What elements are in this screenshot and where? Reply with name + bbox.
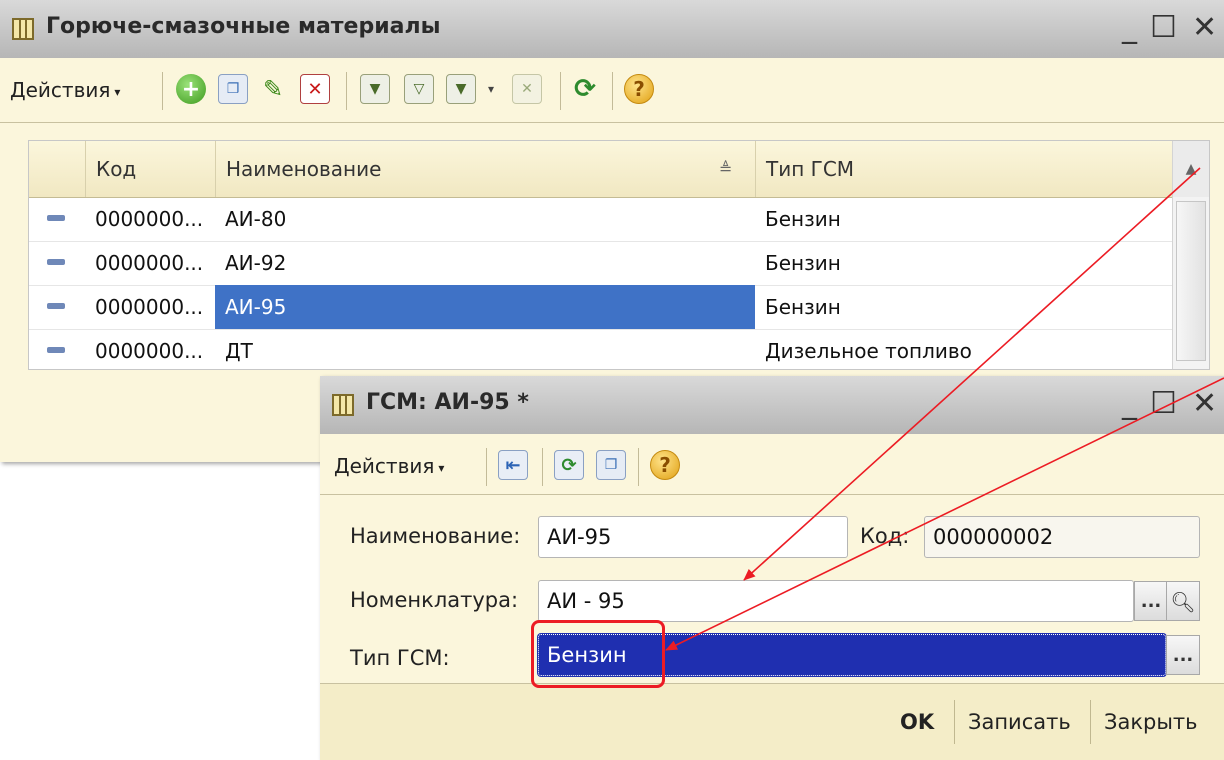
list-window-titlebar[interactable]: Горюче-смазочные материалы _ ☐ ✕: [0, 0, 1224, 59]
close-button[interactable]: ✕: [1192, 10, 1217, 46]
column-header-marker: [29, 141, 85, 197]
minimize-button[interactable]: _: [1122, 10, 1137, 46]
fuel-edit-dialog: ГСМ: АИ-95 * _ ☐ ✕ Действия ▾ ⇤ ⟳ ❐ ? Наи…: [320, 376, 1224, 760]
copy-icon[interactable]: ❐: [218, 74, 248, 104]
actions-menu[interactable]: Действия ▾: [334, 454, 444, 478]
chevron-down-icon[interactable]: ▾: [476, 74, 506, 104]
add-icon[interactable]: +: [176, 74, 206, 104]
actions-label: Действия: [334, 454, 435, 478]
help-icon[interactable]: ?: [650, 450, 680, 480]
dialog-title: ГСМ: АИ-95 *: [366, 390, 529, 415]
filter-settings-icon[interactable]: ▼: [360, 74, 390, 104]
search-icon[interactable]: 🔍︎: [1166, 581, 1200, 621]
column-header-fuel-type[interactable]: Тип ГСМ: [755, 141, 1172, 197]
cell-name: АИ-80: [225, 207, 287, 231]
actions-label: Действия: [10, 78, 111, 102]
cell-name: АИ-92: [225, 251, 287, 275]
code-input[interactable]: 000000002: [924, 516, 1200, 558]
cell-fuel-type: Бензин: [765, 251, 841, 275]
code-label: Код:: [860, 524, 910, 548]
copy-icon[interactable]: ❐: [596, 450, 626, 480]
sort-ascending-icon: ≜: [719, 159, 733, 178]
chevron-down-icon: ▾: [438, 460, 445, 475]
reread-icon[interactable]: ⟳: [554, 450, 584, 480]
scroll-up-icon[interactable]: ▲: [1173, 141, 1209, 197]
close-button[interactable]: ✕: [1192, 386, 1217, 422]
refresh-icon[interactable]: ⟳: [570, 74, 600, 104]
nomenclature-input[interactable]: АИ - 95: [538, 580, 1134, 622]
cell-name: ДТ: [225, 339, 253, 363]
name-input[interactable]: АИ-95: [538, 516, 848, 558]
nomenclature-select-button[interactable]: ...: [1134, 581, 1168, 621]
toolbar-separator: [542, 448, 543, 486]
table-row[interactable]: 0000000... ДТ Дизельное топливо: [29, 329, 1172, 373]
chevron-down-icon: ▾: [114, 84, 121, 99]
cell-code: 0000000...: [95, 295, 204, 319]
table-icon: [12, 18, 34, 40]
dialog-footer: OK Записать Закрыть: [320, 683, 1224, 760]
fuel-list-table: Код Наименование ≜ Тип ГСМ 0000000... АИ…: [28, 140, 1210, 370]
cell-code: 0000000...: [95, 251, 204, 275]
footer-separator: [954, 700, 955, 744]
footer-separator: [1090, 700, 1091, 744]
cell-fuel-type: Бензин: [765, 207, 841, 231]
help-icon[interactable]: ?: [624, 74, 654, 104]
row-marker-icon: [47, 215, 65, 221]
maximize-button[interactable]: ☐: [1150, 386, 1177, 422]
table-header: Код Наименование ≜ Тип ГСМ: [29, 141, 1209, 198]
list-window-title: Горюче-смазочные материалы: [46, 14, 441, 39]
toolbar-separator: [162, 72, 163, 110]
cell-fuel-type: Бензин: [765, 295, 841, 319]
fuel-type-label: Тип ГСМ:: [350, 646, 450, 670]
cell-fuel-type: Дизельное топливо: [765, 339, 972, 363]
table-row[interactable]: 0000000... АИ-80 Бензин: [29, 197, 1172, 242]
filter-by-value-icon[interactable]: ▽: [404, 74, 434, 104]
row-marker-icon: [47, 347, 65, 353]
edit-pencil-icon[interactable]: ✎: [258, 74, 288, 104]
vertical-scrollbar[interactable]: ▲: [1172, 141, 1209, 369]
toolbar-separator: [560, 72, 561, 110]
save-button[interactable]: Записать: [968, 702, 1071, 742]
toolbar-separator: [638, 448, 639, 486]
table-icon: [332, 394, 354, 416]
cell-code: 0000000...: [95, 339, 204, 363]
row-marker-icon: [47, 259, 65, 265]
minimize-button[interactable]: _: [1122, 386, 1137, 422]
column-header-code[interactable]: Код: [85, 141, 215, 197]
filter-history-icon[interactable]: ▼: [446, 74, 476, 104]
dialog-toolbar: Действия ▾ ⇤ ⟳ ❐ ?: [320, 434, 1224, 495]
actions-menu[interactable]: Действия ▾: [10, 78, 120, 102]
maximize-button[interactable]: ☐: [1150, 10, 1177, 46]
table-row[interactable]: 0000000... АИ-92 Бензин: [29, 241, 1172, 286]
cell-name: АИ-95: [215, 285, 755, 329]
row-marker-icon: [47, 303, 65, 309]
ok-button[interactable]: OK: [900, 702, 934, 742]
table-row-selected[interactable]: 0000000... АИ-95 Бензин: [29, 285, 1172, 330]
toolbar-separator: [612, 72, 613, 110]
clear-filter-icon[interactable]: ✕: [512, 74, 542, 104]
dialog-titlebar[interactable]: ГСМ: АИ-95 * _ ☐ ✕: [320, 376, 1224, 435]
fuel-type-select-button[interactable]: ...: [1166, 635, 1200, 675]
delete-icon[interactable]: ✕: [300, 74, 330, 104]
toolbar-separator: [486, 448, 487, 486]
list-toolbar: Действия ▾ + ❐ ✎ ✕ ▼ ▽ ▼ ▾ ✕ ⟳ ?: [0, 58, 1224, 123]
cell-code: 0000000...: [95, 207, 204, 231]
save-and-close-icon[interactable]: ⇤: [498, 450, 528, 480]
column-header-name[interactable]: Наименование: [215, 141, 755, 197]
nomenclature-label: Номенклатура:: [350, 588, 519, 612]
toolbar-separator: [346, 72, 347, 110]
scrollbar-thumb[interactable]: [1176, 201, 1206, 361]
close-dialog-button[interactable]: Закрыть: [1104, 702, 1198, 742]
fuel-type-input[interactable]: Бензин: [537, 633, 1167, 677]
name-label: Наименование:: [350, 524, 521, 548]
